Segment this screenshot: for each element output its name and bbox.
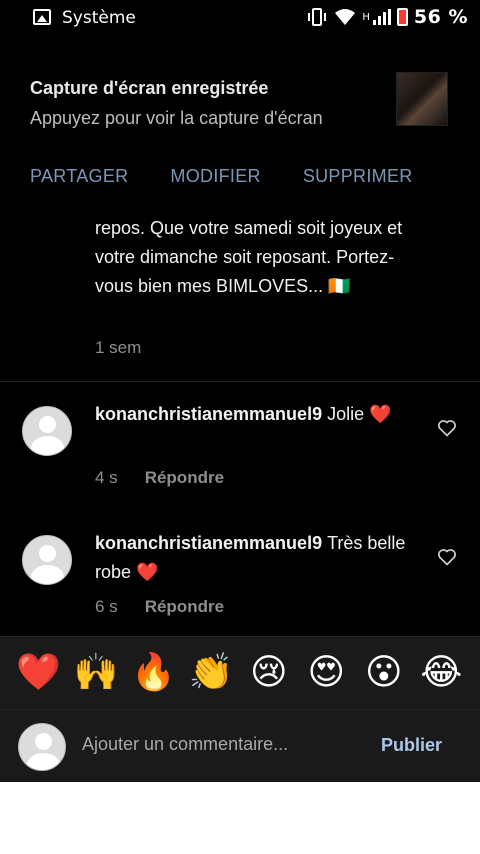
comment-time: 4 s [95,468,118,487]
emoji-surprised-button[interactable]: 😮 [360,655,408,691]
post-caption: repos. Que votre samedi soit joyeux et v… [95,218,403,296]
network-type-label: H [362,11,370,23]
notification-title: Capture d'écran enregistrée [30,78,269,98]
comment-body: konanchristianemmanuel9 Très belle robe ❤… [95,529,415,587]
avatar [18,723,66,771]
notification-subtitle: Appuyez pour voir la capture d'écran [30,108,323,128]
avatar[interactable] [22,535,72,585]
publish-button[interactable]: Publier [381,735,442,756]
comment-meta: 6 s Répondre [95,597,224,617]
emoji-laughing-button[interactable]: 😂 [417,655,465,691]
comment-composer: Publier [0,710,480,782]
like-heart-icon[interactable] [437,547,457,567]
screenshot-notification[interactable]: Capture d'écran enregistrée Appuyez pour… [0,38,480,210]
comment-input[interactable] [82,734,362,755]
comment-item: konanchristianemmanuel9 Très belle robe ❤… [0,525,480,636]
battery-icon [396,8,408,26]
comments-feed[interactable]: repos. Que votre samedi soit joyeux et v… [0,210,480,636]
emoji-raised-hands-button[interactable]: 🙌 [72,655,120,691]
screenshot-thumbnail[interactable] [396,72,448,126]
wifi-icon [335,9,356,25]
comment-item: konanchristianemmanuel9 Jolie ❤️ 4 s Répo… [0,396,480,516]
like-heart-icon[interactable] [437,418,457,438]
notification-actions: PARTAGER MODIFIER SUPPRIMER [30,166,413,187]
blank-area [0,782,480,854]
screen: Système H 56 % Capture d'écran enregistr… [0,0,480,782]
status-icons: H 56 % [306,6,468,28]
comment-time: 6 s [95,597,118,616]
comment-body: konanchristianemmanuel9 Jolie ❤️ [95,400,415,429]
comment-meta: 4 s Répondre [95,468,224,488]
emoji-clapping-button[interactable]: 👏 [187,655,235,691]
emoji-bar: ❤️ 🙌 🔥 👏 😢 😍 😮 😂 [0,636,480,710]
image-icon [33,9,51,25]
comment-username[interactable]: konanchristianemmanuel9 [95,533,322,553]
signal-icon [372,9,391,25]
status-app-name: Système [62,8,136,28]
share-button[interactable]: PARTAGER [30,166,128,187]
caption-time: 1 sem [95,338,142,357]
emoji-crying-button[interactable]: 😢 [245,655,293,691]
status-bar: Système H 56 % [0,0,480,38]
reply-button[interactable]: Répondre [145,597,224,617]
emoji-heart-button[interactable]: ❤️ [15,655,63,691]
comment-username[interactable]: konanchristianemmanuel9 [95,404,322,424]
battery-percent: 56 % [413,6,468,28]
emoji-fire-button[interactable]: 🔥 [130,655,178,691]
comment-text: Jolie ❤️ [327,404,392,424]
vibrate-icon [308,8,327,26]
avatar[interactable] [22,406,72,456]
reply-button[interactable]: Répondre [145,468,224,488]
delete-button[interactable]: SUPPRIMER [303,166,413,187]
divider [0,381,480,382]
edit-button[interactable]: MODIFIER [170,166,260,187]
emoji-heart-eyes-button[interactable]: 😍 [302,655,350,691]
